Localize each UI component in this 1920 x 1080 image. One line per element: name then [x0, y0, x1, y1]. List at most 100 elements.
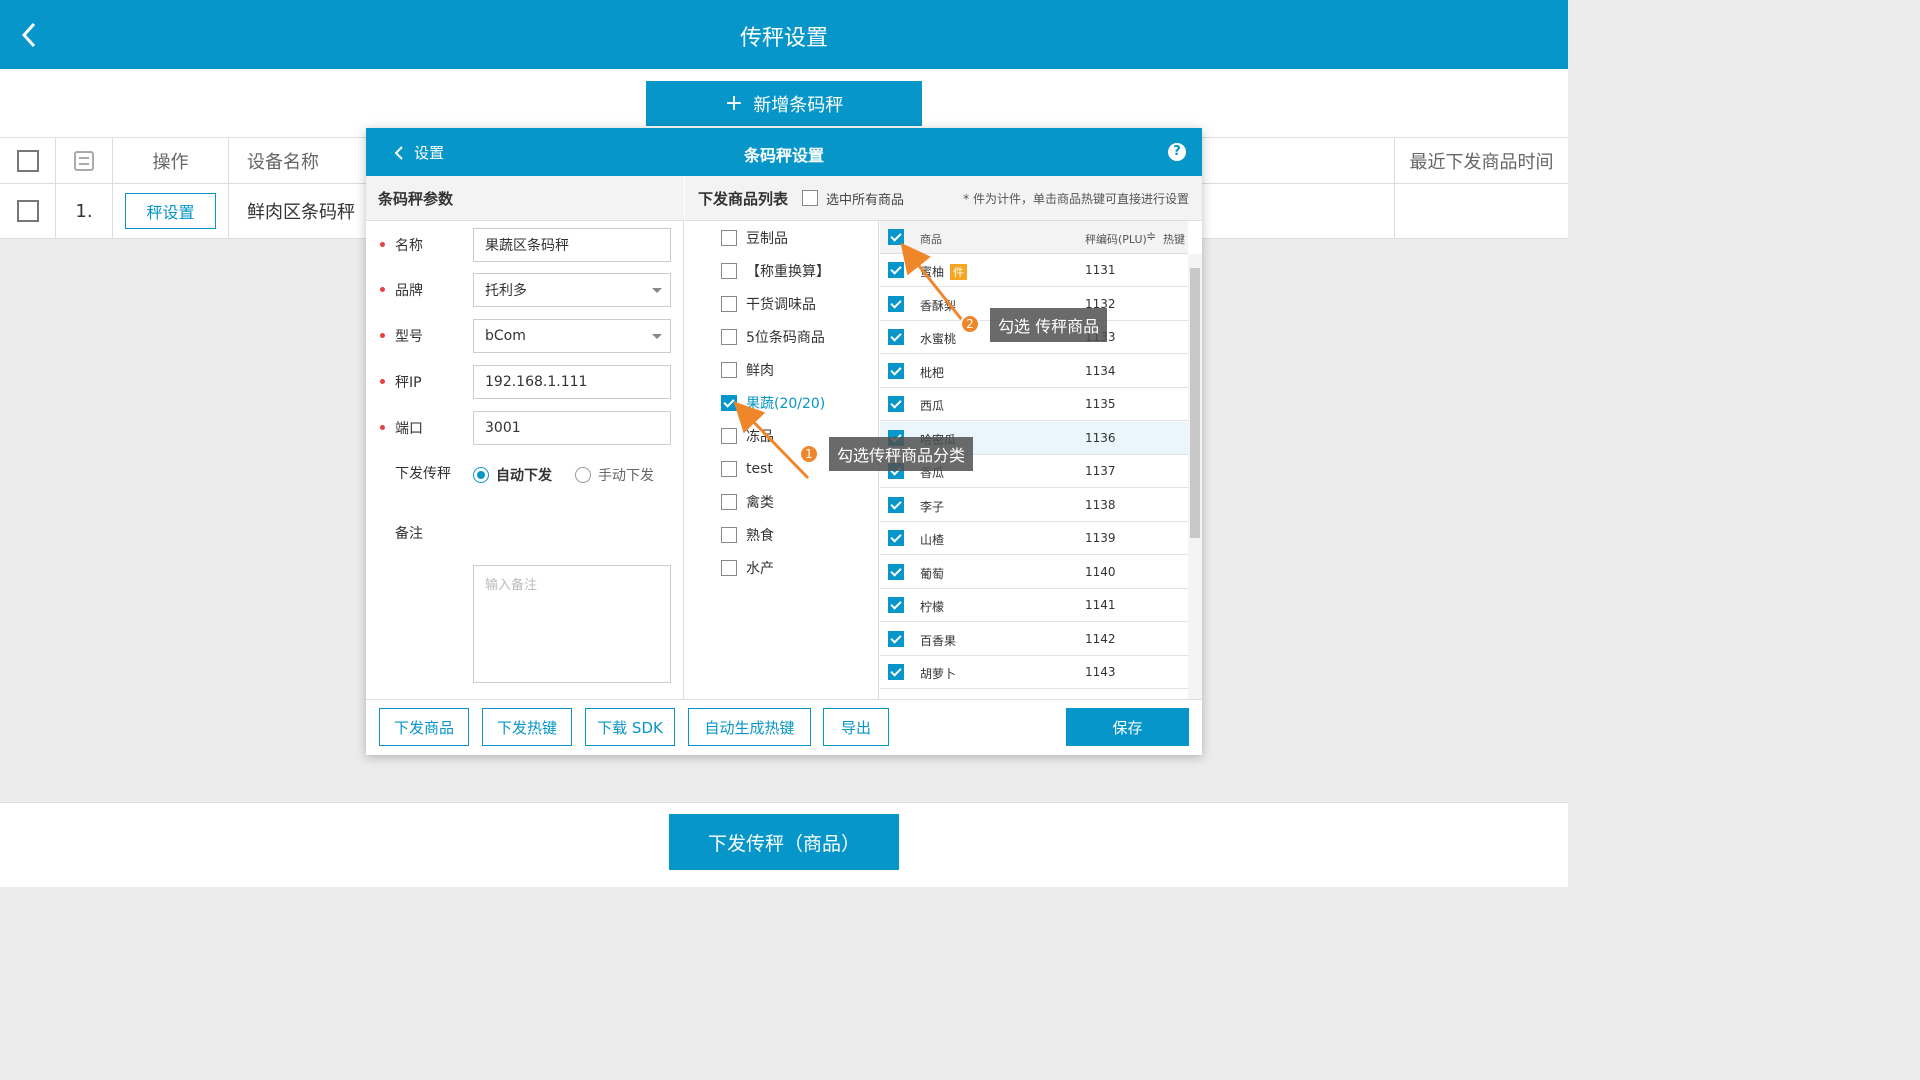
category-checkbox[interactable]: [721, 263, 737, 279]
sort-icon[interactable]: ≑: [1146, 229, 1156, 243]
product-checkbox[interactable]: [888, 329, 904, 345]
add-scale-button[interactable]: + 新增条码秤: [646, 81, 922, 126]
model-select[interactable]: bCom: [473, 319, 671, 353]
category-checkbox[interactable]: [721, 494, 737, 510]
product-checkbox[interactable]: [888, 664, 904, 680]
radio-manual-send[interactable]: 手动下发: [575, 465, 654, 485]
ip-label: 秤IP: [395, 375, 422, 391]
category-checkbox[interactable]: [721, 428, 737, 444]
product-checkbox[interactable]: [888, 262, 904, 278]
brand-select[interactable]: 托利多: [473, 273, 671, 307]
callout-2: 勾选 传秤商品: [990, 308, 1108, 342]
category-checkbox[interactable]: [721, 560, 737, 576]
product-name-text: 李子: [920, 499, 945, 514]
radio-auto-send[interactable]: 自动下发: [473, 465, 552, 485]
required-dot: [380, 333, 385, 338]
scrollbar-thumb[interactable]: [1190, 268, 1200, 538]
remark-label: 备注: [395, 526, 423, 542]
product-name-text: 葡萄: [920, 566, 945, 581]
product-row[interactable]: 蜜柚件 1131: [880, 254, 1188, 287]
product-name-text: 柠檬: [920, 600, 945, 614]
brand-value: 托利多: [485, 283, 527, 299]
ip-input[interactable]: 192.168.1.111: [473, 365, 671, 399]
category-item[interactable]: 【称重换算】: [721, 261, 830, 281]
category-checkbox[interactable]: [721, 527, 737, 543]
product-checkbox[interactable]: [888, 563, 904, 580]
column-last-send-time: 最近下发商品时间: [1394, 138, 1568, 183]
product-checkbox[interactable]: [888, 530, 904, 546]
product-checkbox[interactable]: [888, 295, 904, 312]
goods-list-title: 下发商品列表: [698, 189, 789, 208]
category-item[interactable]: 鲜肉: [721, 360, 774, 380]
callout-1: 勾选传秤商品分类: [829, 437, 974, 471]
product-plu: 1142: [1085, 631, 1116, 646]
select-all-checkbox[interactable]: [16, 149, 39, 172]
product-checkbox[interactable]: [888, 396, 904, 412]
port-label: 端口: [395, 421, 423, 437]
field-port: 端口 3001: [366, 411, 684, 445]
product-scrollbar[interactable]: [1188, 254, 1202, 699]
category-checkbox[interactable]: [721, 362, 737, 378]
save-button[interactable]: 保存: [1066, 708, 1189, 746]
category-item[interactable]: 熟食: [721, 525, 774, 545]
product-checkbox[interactable]: [888, 496, 904, 513]
category-item[interactable]: 豆制品: [721, 228, 788, 248]
category-label: 鲜肉: [746, 363, 774, 379]
required-dot: [380, 242, 385, 247]
product-row[interactable]: 李子 1138: [880, 489, 1188, 522]
category-item[interactable]: 5位条码商品: [721, 327, 825, 347]
product-column-plu: 秤编码(PLU): [1085, 233, 1147, 246]
category-checkbox[interactable]: [721, 461, 737, 477]
send-hotkeys-button[interactable]: 下发热键: [482, 708, 572, 746]
product-name: 香酥梨: [920, 297, 956, 314]
category-checkbox[interactable]: [721, 395, 737, 411]
name-label: 名称: [395, 238, 423, 254]
scale-settings-button[interactable]: 秤设置: [125, 193, 216, 229]
product-plu: 1140: [1085, 564, 1116, 579]
category-item[interactable]: 果蔬(20/20): [721, 393, 825, 413]
send-to-scale-button[interactable]: 下发传秤（商品）: [669, 814, 899, 870]
category-checkbox[interactable]: [721, 329, 737, 345]
radio-auto-label: 自动下发: [496, 468, 552, 484]
product-name-text: 水蜜桃: [920, 332, 957, 346]
product-checkbox[interactable]: [888, 630, 904, 647]
category-label: 豆制品: [746, 231, 788, 247]
scale-settings-modal: 设置 条码秤设置 ? 条码秤参数 名称 果蔬区条码秤 品牌 托利多 型号 bCo…: [366, 128, 1202, 755]
row-checkbox-cell: [0, 184, 56, 238]
select-all-products-checkbox[interactable]: [888, 229, 904, 245]
product-row[interactable]: 葡萄 1140: [880, 556, 1188, 589]
category-item[interactable]: test: [721, 459, 773, 479]
category-item[interactable]: 干货调味品: [721, 294, 816, 314]
product-row[interactable]: 枇杷 1134: [880, 355, 1188, 388]
product-row[interactable]: 胡萝卜 1143: [880, 656, 1188, 689]
help-icon[interactable]: ?: [1168, 143, 1186, 161]
category-item[interactable]: 冻品: [721, 426, 774, 446]
name-input[interactable]: 果蔬区条码秤: [473, 228, 671, 262]
row-checkbox[interactable]: [16, 200, 39, 222]
download-sdk-button[interactable]: 下载 SDK: [585, 708, 675, 746]
product-row[interactable]: 西瓜 1135: [880, 388, 1188, 421]
product-name-text: 蜜柚: [920, 265, 945, 279]
category-label: 干货调味品: [746, 297, 816, 313]
send-goods-button[interactable]: 下发商品: [379, 708, 469, 746]
product-name: 西瓜: [920, 397, 944, 414]
category-checkbox[interactable]: [721, 296, 737, 312]
port-input[interactable]: 3001: [473, 411, 671, 445]
required-dot: [380, 287, 385, 292]
product-checkbox[interactable]: [888, 597, 904, 613]
export-button[interactable]: 导出: [823, 708, 889, 746]
select-all-goods-checkbox[interactable]: [802, 190, 819, 206]
product-checkbox[interactable]: [888, 362, 904, 379]
category-item[interactable]: 水产: [721, 558, 774, 578]
product-name: 山楂: [920, 531, 944, 548]
remark-textarea[interactable]: 输入备注: [473, 565, 671, 683]
category-label: 【称重换算】: [746, 264, 830, 280]
category-checkbox[interactable]: [721, 230, 737, 246]
auto-generate-hotkeys-button[interactable]: 自动生成热键: [688, 708, 811, 746]
product-row[interactable]: 柠檬 1141: [880, 589, 1188, 622]
category-item[interactable]: 禽类: [721, 492, 774, 512]
product-row[interactable]: 百香果 1142: [880, 623, 1188, 656]
piece-tag: 件: [950, 264, 968, 280]
product-row[interactable]: 山楂 1139: [880, 522, 1188, 555]
category-label: 5位条码商品: [746, 330, 825, 346]
